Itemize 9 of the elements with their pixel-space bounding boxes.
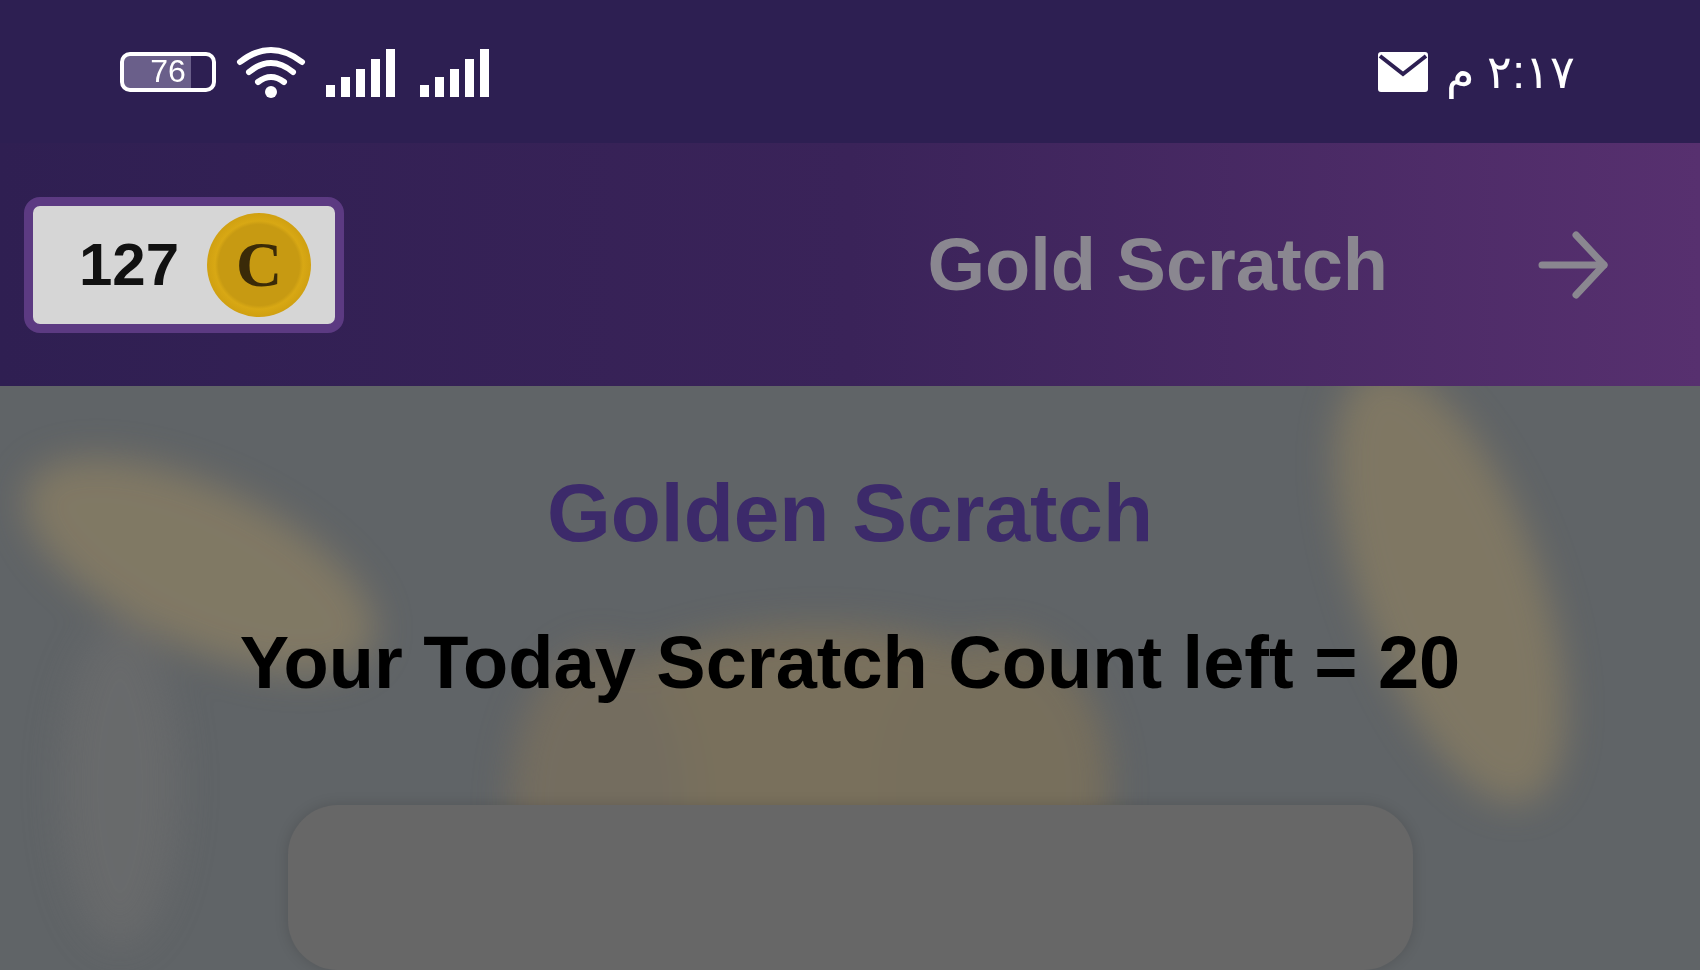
coin-balance[interactable]: 127 C bbox=[24, 196, 345, 333]
heading: Golden Scratch bbox=[547, 466, 1153, 560]
mail-icon bbox=[1378, 51, 1429, 92]
page-title: Gold Scratch bbox=[927, 222, 1388, 307]
battery-icon: 76 bbox=[120, 51, 216, 92]
coin-count: 127 bbox=[79, 230, 180, 299]
coin-icon: C bbox=[207, 212, 312, 317]
scratch-count-text: Your Today Scratch Count left = 20 bbox=[239, 620, 1461, 705]
clock-time: ٢:١٧ م bbox=[1446, 44, 1575, 99]
